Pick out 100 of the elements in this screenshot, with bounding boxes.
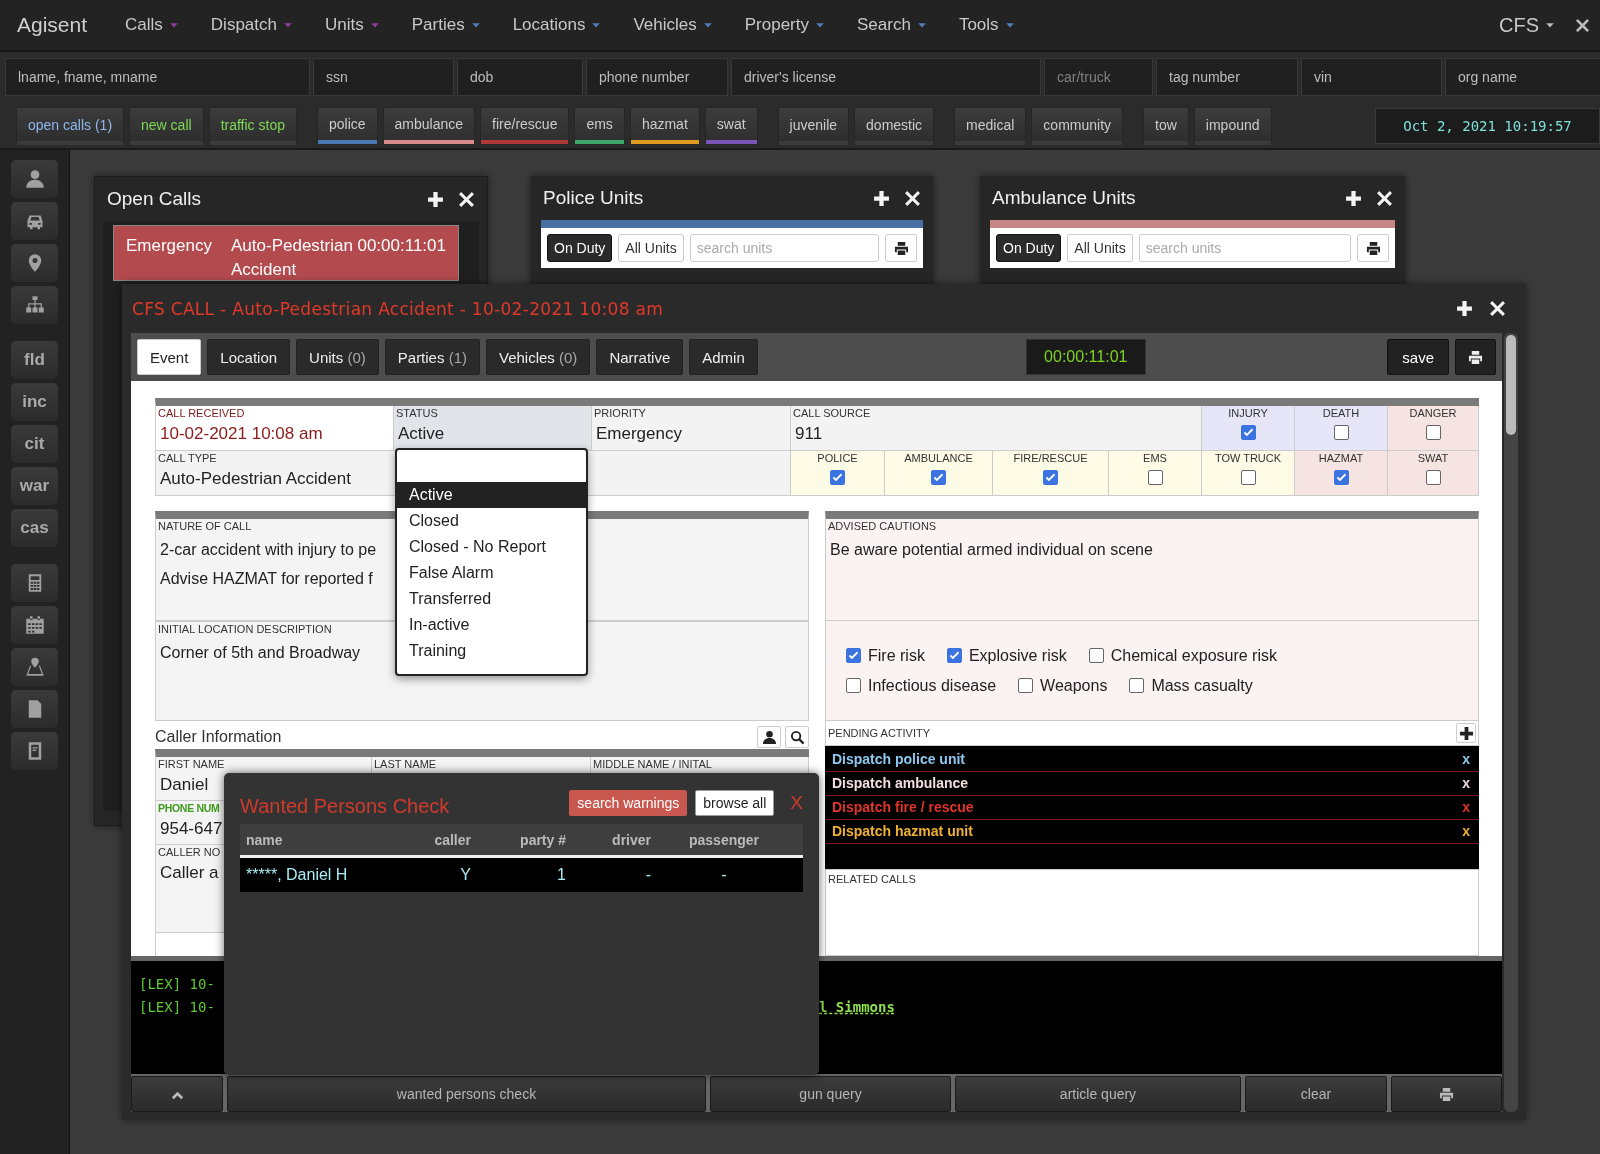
dropdown-option[interactable]: Active bbox=[397, 482, 586, 508]
quick-button[interactable]: traffic stop bbox=[208, 107, 297, 145]
sidebar-button[interactable] bbox=[11, 564, 58, 602]
sidebar-button[interactable]: war bbox=[11, 467, 58, 505]
checkbox[interactable] bbox=[1240, 470, 1256, 485]
browse-button[interactable]: browse all bbox=[695, 790, 775, 816]
menu-item[interactable]: Property bbox=[744, 15, 825, 35]
source-field[interactable]: 911 bbox=[793, 420, 825, 444]
checkbox[interactable] bbox=[946, 648, 962, 663]
menu-item[interactable]: Search bbox=[857, 15, 927, 35]
search-button[interactable]: search warnings bbox=[569, 790, 688, 816]
sidebar-button[interactable] bbox=[11, 732, 58, 770]
save-button[interactable]: save bbox=[1387, 339, 1449, 375]
menu-item[interactable]: Vehicles bbox=[633, 15, 713, 35]
search-field[interactable]: vin bbox=[1301, 58, 1442, 96]
remove-link[interactable]: x bbox=[1462, 750, 1470, 769]
activity-item[interactable]: Dispatch police unit bbox=[832, 750, 965, 769]
sidebar-button[interactable]: fld bbox=[11, 341, 58, 379]
tab[interactable]: Parties (1) bbox=[384, 339, 480, 375]
close-icon[interactable] bbox=[1575, 17, 1590, 33]
menu-item[interactable]: Dispatch bbox=[210, 15, 293, 35]
query-button[interactable]: article query bbox=[955, 1076, 1241, 1112]
checkbox[interactable] bbox=[931, 470, 946, 485]
menu-item[interactable]: Units bbox=[325, 15, 380, 35]
plus-icon[interactable] bbox=[427, 190, 444, 208]
mode-menu[interactable]: CFS bbox=[1499, 13, 1555, 37]
tab[interactable]: Units (0) bbox=[296, 339, 379, 375]
close-icon[interactable] bbox=[1376, 189, 1393, 207]
add-button[interactable] bbox=[1456, 723, 1476, 743]
checkbox[interactable] bbox=[1147, 470, 1163, 485]
sidebar-button[interactable] bbox=[11, 160, 58, 198]
print-button[interactable] bbox=[1391, 1076, 1502, 1112]
search-button[interactable] bbox=[785, 726, 809, 748]
checkbox[interactable] bbox=[830, 470, 845, 485]
tab[interactable]: Admin bbox=[689, 339, 758, 375]
checkbox[interactable] bbox=[1018, 678, 1034, 693]
dropdown-option[interactable]: Closed - No Report bbox=[397, 534, 586, 560]
activity-item[interactable]: Dispatch ambulance bbox=[832, 774, 969, 793]
tab[interactable]: Event bbox=[137, 339, 202, 375]
remove-link[interactable]: x bbox=[1462, 822, 1470, 841]
date-field[interactable]: 10-02-2021 10:08 am bbox=[158, 420, 325, 444]
query-button[interactable]: gun query bbox=[710, 1076, 951, 1112]
query-button[interactable]: clear bbox=[1245, 1076, 1387, 1112]
sidebar-button[interactable] bbox=[11, 690, 58, 728]
sidebar-button[interactable]: cit bbox=[11, 425, 58, 463]
search-field[interactable]: ssn bbox=[313, 58, 454, 96]
close-icon[interactable] bbox=[1489, 300, 1506, 317]
plus-icon[interactable] bbox=[873, 189, 890, 207]
app-logo[interactable]: Agisent bbox=[17, 13, 88, 37]
tab[interactable]: Vehicles (0) bbox=[486, 339, 591, 375]
filter-button[interactable]: On Duty bbox=[996, 234, 1062, 262]
sidebar-button[interactable] bbox=[11, 648, 58, 686]
quick-button[interactable]: domestic bbox=[854, 107, 935, 145]
search-field[interactable]: org name bbox=[1445, 58, 1600, 96]
quick-button[interactable]: juvenile bbox=[777, 107, 850, 145]
activity-item[interactable]: Dispatch fire / rescue bbox=[832, 798, 974, 817]
quick-button[interactable]: medical bbox=[954, 107, 1027, 145]
dropdown-option[interactable]: False Alarm bbox=[397, 560, 586, 586]
plus-icon[interactable] bbox=[1456, 300, 1473, 317]
quick-button[interactable]: new call bbox=[129, 107, 204, 145]
console-link[interactable]: l Simmons bbox=[819, 996, 895, 1019]
dropdown-option[interactable]: In-active bbox=[397, 612, 586, 638]
quick-button[interactable]: swat bbox=[704, 107, 758, 145]
menu-item[interactable]: Calls bbox=[125, 15, 179, 35]
quick-button[interactable]: police bbox=[316, 107, 378, 145]
search-field[interactable]: tag number bbox=[1156, 58, 1298, 96]
sidebar-button[interactable] bbox=[11, 286, 58, 324]
quick-button[interactable]: tow bbox=[1143, 107, 1189, 145]
quick-button[interactable]: fire/rescue bbox=[480, 107, 570, 145]
call-row[interactable]: Emergency Auto-Pedestrian Accident 00:00:11:01 bbox=[113, 225, 459, 281]
checkbox[interactable] bbox=[1129, 678, 1145, 693]
checkbox[interactable] bbox=[1043, 470, 1058, 485]
search-field[interactable]: dob bbox=[457, 58, 583, 96]
quick-button[interactable]: ems bbox=[574, 107, 625, 145]
dropdown-option[interactable]: Transferred bbox=[397, 586, 586, 612]
table-row[interactable]: *****, Daniel H Y 1 - - bbox=[240, 858, 803, 892]
text-area[interactable]: Be aware potential armed individual on scene bbox=[828, 533, 1155, 562]
checkbox[interactable] bbox=[1333, 470, 1349, 485]
dropdown-option[interactable]: Training bbox=[397, 638, 586, 664]
query-button[interactable]: wanted persons check bbox=[227, 1076, 706, 1112]
checkbox[interactable] bbox=[1088, 648, 1104, 663]
plus-icon[interactable] bbox=[1345, 189, 1362, 207]
sidebar-button[interactable]: cas bbox=[11, 509, 58, 547]
checkbox[interactable] bbox=[1333, 425, 1349, 440]
menu-item[interactable]: Tools bbox=[958, 15, 1015, 35]
call-type-field[interactable]: Auto-Pedestrian Accident bbox=[158, 465, 353, 489]
checkbox[interactable] bbox=[846, 648, 861, 663]
checkbox[interactable] bbox=[1240, 425, 1256, 440]
search-field[interactable]: driver's license bbox=[731, 58, 1041, 96]
field-value[interactable]: Daniel bbox=[158, 771, 211, 795]
activity-item[interactable]: Dispatch hazmat unit bbox=[832, 822, 973, 841]
priority-field[interactable]: Emergency bbox=[594, 420, 684, 444]
scrollbar[interactable] bbox=[1504, 333, 1518, 1112]
remove-link[interactable]: x bbox=[1462, 798, 1470, 817]
quick-button[interactable]: open calls (1) bbox=[16, 107, 125, 145]
print-button[interactable] bbox=[1455, 339, 1496, 375]
quick-button[interactable]: hazmat bbox=[629, 107, 700, 145]
checkbox[interactable] bbox=[846, 678, 861, 693]
scroll-thumb[interactable] bbox=[1506, 335, 1516, 435]
close-icon[interactable] bbox=[458, 190, 475, 208]
